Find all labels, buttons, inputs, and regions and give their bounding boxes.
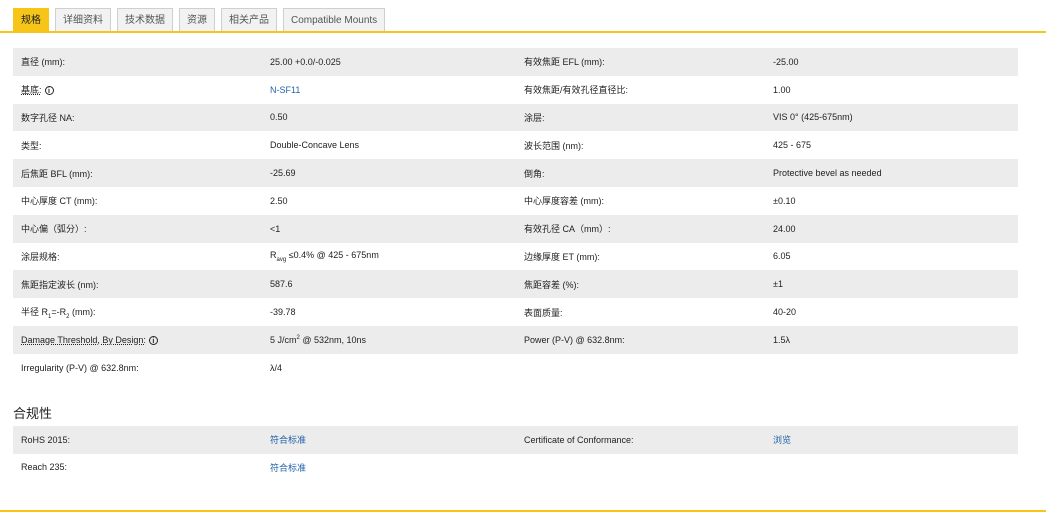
radius-label-b: =-R: [51, 306, 67, 317]
tab-compatible-mounts[interactable]: Compatible Mounts: [283, 8, 386, 31]
table-row: RoHS 2015: 符合标准 Certificate of Conforman…: [13, 426, 1018, 454]
spec-label: 焦距容差 (%):: [516, 270, 765, 299]
spec-value: VIS 0° (425-675nm): [765, 103, 1018, 132]
spec-label: 表面质量:: [516, 298, 765, 326]
spec-value: ±0.10: [765, 186, 1018, 215]
compliance-value: 浏览: [765, 426, 1018, 454]
spec-label: 中心厚度 CT (mm):: [13, 186, 262, 215]
table-row: Damage Threshold, By Design: i 5 J/cm2 @ …: [13, 325, 1018, 354]
tab-underline: [0, 31, 1046, 33]
spec-value: 425 - 675: [765, 131, 1018, 160]
spec-value: -39.78: [262, 298, 516, 326]
info-icon[interactable]: i: [44, 86, 54, 96]
spec-value: N-SF11: [262, 75, 516, 104]
damage-threshold-label: Damage Threshold, By Design:: [21, 334, 146, 345]
spec-label: 边缘厚度 ET (mm):: [516, 242, 765, 271]
radius-label-a: 半径 R: [21, 306, 49, 317]
spec-label: Irregularity (P-V) @ 632.8nm:: [13, 353, 262, 382]
table-row: 中心偏（弧分）: <1 有效孔径 CA（mm）: 24.00: [13, 214, 1018, 243]
spec-label: 半径 R1=-R2 (mm):: [13, 298, 262, 326]
compliance-label: RoHS 2015:: [13, 426, 262, 454]
spec-value: 25.00 +0.0/-0.025: [262, 48, 516, 76]
spec-label: 直径 (mm):: [13, 48, 262, 76]
compliance-value: 符合标准: [262, 453, 516, 481]
coating-spec-text: ≤0.4% @ 425 - 675nm: [286, 250, 379, 261]
spec-label: 倒角:: [516, 159, 765, 187]
bottom-divider: [0, 510, 1046, 512]
compliance-title: 合规性: [13, 406, 53, 421]
spec-value: [765, 353, 1018, 382]
spec-label: 有效孔径 CA（mm）:: [516, 214, 765, 243]
compliance-label: Certificate of Conformance:: [516, 426, 765, 454]
specifications-table: 直径 (mm): 25.00 +0.0/-0.025 有效焦距 EFL (mm)…: [13, 48, 1018, 382]
spec-value: λ/4: [262, 353, 516, 382]
spec-label: Damage Threshold, By Design: i: [13, 325, 262, 354]
table-row: 中心厚度 CT (mm): 2.50 中心厚度容差 (mm): ±0.10: [13, 186, 1018, 215]
spec-label: 涂层:: [516, 103, 765, 132]
spec-value: 5 J/cm2 @ 532nm, 10ns: [262, 325, 516, 354]
damage-value-b: @ 532nm, 10ns: [299, 334, 367, 345]
damage-value-a: 5 J/cm: [270, 334, 297, 345]
info-icon[interactable]: i: [148, 335, 158, 345]
spec-value: Double-Concave Lens: [262, 131, 516, 160]
reach-compliant-link[interactable]: 符合标准: [270, 463, 306, 473]
spec-label: 涂层规格:: [13, 242, 262, 271]
spec-value: Protective bevel as needed: [765, 159, 1018, 187]
table-row: 后焦距 BFL (mm): -25.69 倒角: Protective beve…: [13, 159, 1018, 187]
spec-value: <1: [262, 214, 516, 243]
spec-value: 1.00: [765, 75, 1018, 104]
spec-label: 基底: i: [13, 75, 262, 104]
spec-label: Power (P-V) @ 632.8nm:: [516, 325, 765, 354]
tab-resources[interactable]: 资源: [179, 8, 215, 31]
spec-value: ±1: [765, 270, 1018, 299]
tab-technical-data[interactable]: 技术数据: [117, 8, 173, 31]
tab-related-products[interactable]: 相关产品: [221, 8, 277, 31]
table-row: 焦距指定波长 (nm): 587.6 焦距容差 (%): ±1: [13, 270, 1018, 299]
substrate-label: 基底:: [21, 85, 42, 96]
spec-label: 有效焦距/有效孔径直径比:: [516, 75, 765, 104]
spec-label: 焦距指定波长 (nm):: [13, 270, 262, 299]
table-row: 直径 (mm): 25.00 +0.0/-0.025 有效焦距 EFL (mm)…: [13, 48, 1018, 76]
spec-value: 40-20: [765, 298, 1018, 326]
spec-label: 有效焦距 EFL (mm):: [516, 48, 765, 76]
spec-label: 后焦距 BFL (mm):: [13, 159, 262, 187]
spec-label: 波长范围 (nm):: [516, 131, 765, 160]
avg-subscript: avg: [276, 256, 287, 263]
spec-value: 0.50: [262, 103, 516, 132]
table-row: 基底: i N-SF11 有效焦距/有效孔径直径比: 1.00: [13, 75, 1018, 104]
spec-value: Ravg ≤0.4% @ 425 - 675nm: [262, 242, 516, 271]
spec-value: -25.00: [765, 48, 1018, 76]
spec-value: 6.05: [765, 242, 1018, 271]
spec-label: 中心厚度容差 (mm):: [516, 186, 765, 215]
spec-label: 中心偏（弧分）:: [13, 214, 262, 243]
spec-value: -25.69: [262, 159, 516, 187]
compliance-label: [516, 453, 765, 481]
table-row: 半径 R1=-R2 (mm): -39.78 表面质量: 40-20: [13, 298, 1018, 326]
rohs-compliant-link[interactable]: 符合标准: [270, 435, 306, 445]
certificate-view-link[interactable]: 浏览: [773, 435, 791, 445]
table-row: 数字孔径 NA: 0.50 涂层: VIS 0° (425-675nm): [13, 103, 1018, 132]
spec-value: 1.5λ: [765, 325, 1018, 354]
compliance-value: 符合标准: [262, 426, 516, 454]
table-row: Reach 235: 符合标准: [13, 453, 1018, 481]
table-row: 涂层规格: Ravg ≤0.4% @ 425 - 675nm 边缘厚度 ET (…: [13, 242, 1018, 271]
spec-value: 24.00: [765, 214, 1018, 243]
tab-bar: 规格 详细资料 技术数据 资源 相关产品 Compatible Mounts: [13, 8, 386, 32]
compliance-value: [765, 453, 1018, 481]
substrate-link[interactable]: N-SF11: [270, 85, 300, 95]
tab-details[interactable]: 详细资料: [55, 8, 111, 31]
radius-label-c: (mm):: [69, 306, 96, 317]
spec-label: 数字孔径 NA:: [13, 103, 262, 132]
spec-label: 类型:: [13, 131, 262, 160]
table-row: 类型: Double-Concave Lens 波长范围 (nm): 425 -…: [13, 131, 1018, 160]
compliance-label: Reach 235:: [13, 453, 262, 481]
compliance-table: RoHS 2015: 符合标准 Certificate of Conforman…: [13, 426, 1018, 481]
spec-value: 587.6: [262, 270, 516, 299]
table-row: Irregularity (P-V) @ 632.8nm: λ/4: [13, 353, 1018, 382]
spec-label: [516, 353, 765, 382]
tab-specifications[interactable]: 规格: [13, 8, 49, 32]
spec-value: 2.50: [262, 186, 516, 215]
